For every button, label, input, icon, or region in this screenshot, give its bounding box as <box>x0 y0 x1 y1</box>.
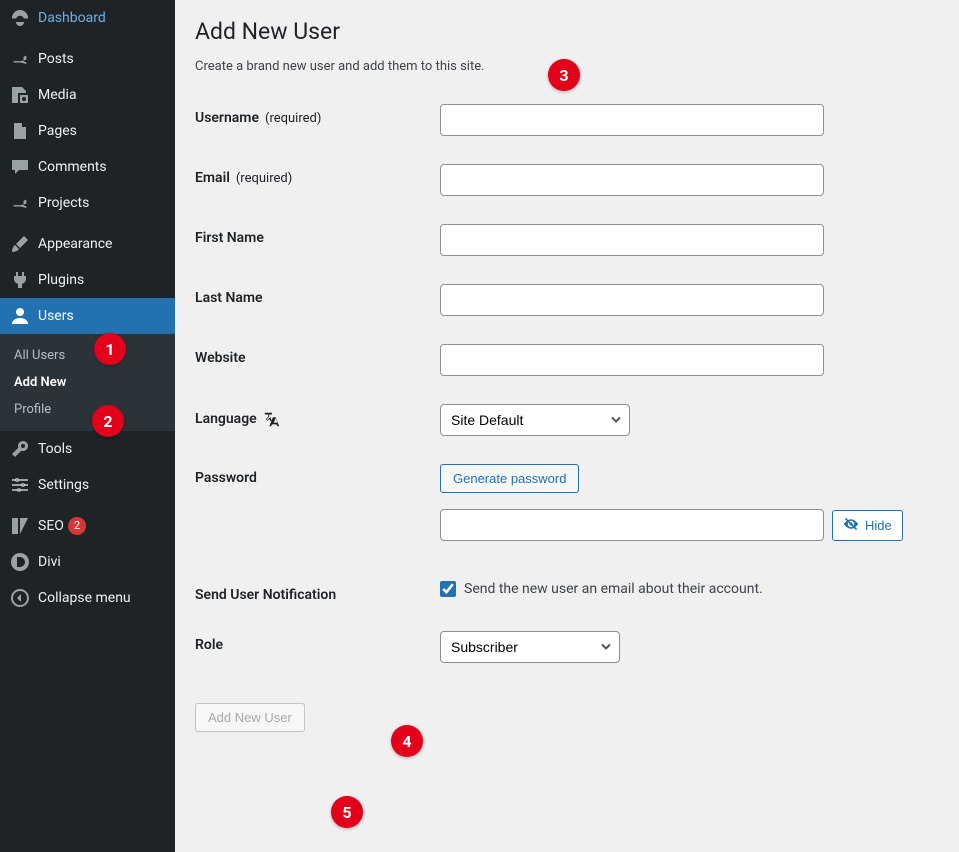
last-name-input[interactable] <box>440 284 824 316</box>
pin-icon <box>10 193 30 213</box>
sidebar-item-settings[interactable]: Settings <box>0 467 175 503</box>
sidebar-item-divi[interactable]: Divi <box>0 544 175 580</box>
sidebar-item-seo[interactable]: SEO 2 <box>0 508 175 544</box>
last-name-label: Last Name <box>195 284 440 306</box>
send-notification-checkbox[interactable] <box>440 581 456 597</box>
sidebar-item-label: Settings <box>38 477 89 493</box>
sidebar-item-label: Tools <box>38 441 72 457</box>
send-notification-label: Send User Notification <box>195 581 440 603</box>
username-input[interactable] <box>440 104 824 136</box>
email-label: Email (required) <box>195 164 440 186</box>
website-input[interactable] <box>440 344 824 376</box>
sidebar-item-label: Users <box>38 308 74 324</box>
sidebar-item-appearance[interactable]: Appearance <box>0 226 175 262</box>
sidebar-item-label: Plugins <box>38 272 84 288</box>
username-label: Username (required) <box>195 104 440 126</box>
generate-password-button[interactable]: Generate password <box>440 464 579 493</box>
annotation-3: 3 <box>548 59 580 91</box>
sidebar-item-posts[interactable]: Posts <box>0 41 175 77</box>
comments-icon <box>10 157 30 177</box>
sidebar-item-users[interactable]: Users <box>0 298 175 334</box>
annotation-2: 2 <box>92 405 124 437</box>
brush-icon <box>10 234 30 254</box>
website-label: Website <box>195 344 440 366</box>
sidebar-item-label: Dashboard <box>38 10 106 26</box>
add-new-user-button[interactable]: Add New User <box>195 703 305 732</box>
hide-password-button[interactable]: Hide <box>832 510 903 541</box>
role-label: Role <box>195 631 440 653</box>
sidebar-item-media[interactable]: Media <box>0 77 175 113</box>
sidebar-item-dashboard[interactable]: Dashboard <box>0 0 175 36</box>
submenu-profile[interactable]: Profile <box>0 396 175 423</box>
wrench-icon <box>10 439 30 459</box>
pages-icon <box>10 121 30 141</box>
password-label: Password <box>195 464 440 486</box>
send-notification-text: Send the new user an email about their a… <box>464 581 763 597</box>
main-content: Add New User Create a brand new user and… <box>175 0 959 772</box>
sidebar-item-label: Media <box>38 87 77 103</box>
first-name-label: First Name <box>195 224 440 246</box>
sidebar-item-collapse[interactable]: Collapse menu <box>0 580 175 616</box>
user-icon <box>10 306 30 326</box>
seo-badge: 2 <box>68 517 86 534</box>
sidebar-item-label: Divi <box>38 554 61 570</box>
password-input[interactable] <box>440 509 824 541</box>
submenu-add-new[interactable]: Add New <box>0 369 175 396</box>
sidebar-item-tools[interactable]: Tools <box>0 431 175 467</box>
admin-sidebar: Dashboard Posts Media Pages Comments Pro… <box>0 0 175 852</box>
sidebar-item-label: Collapse menu <box>38 590 131 606</box>
sidebar-item-pages[interactable]: Pages <box>0 113 175 149</box>
sidebar-item-label: Pages <box>38 123 77 139</box>
plug-icon <box>10 270 30 290</box>
seo-icon <box>10 516 30 536</box>
annotation-5: 5 <box>331 796 363 828</box>
language-label: Language <box>195 404 440 428</box>
sidebar-item-plugins[interactable]: Plugins <box>0 262 175 298</box>
sidebar-item-label: Comments <box>38 159 107 175</box>
first-name-input[interactable] <box>440 224 824 256</box>
sliders-icon <box>10 475 30 495</box>
sidebar-item-comments[interactable]: Comments <box>0 149 175 185</box>
users-submenu: All Users Add New Profile <box>0 334 175 431</box>
annotation-4: 4 <box>391 725 423 757</box>
role-select[interactable]: Subscriber <box>440 631 620 663</box>
sidebar-item-label: Appearance <box>38 236 112 252</box>
sidebar-item-projects[interactable]: Projects <box>0 185 175 221</box>
divi-icon <box>10 552 30 572</box>
translate-icon <box>263 410 281 428</box>
dashboard-icon <box>10 8 30 28</box>
eye-slash-icon <box>843 516 859 535</box>
sidebar-item-label: Posts <box>38 51 74 67</box>
page-title: Add New User <box>195 18 939 45</box>
language-select[interactable]: Site Default <box>440 404 630 436</box>
annotation-1: 1 <box>94 333 126 365</box>
media-icon <box>10 85 30 105</box>
sidebar-item-label: Projects <box>38 195 89 211</box>
submenu-all-users[interactable]: All Users <box>0 342 175 369</box>
email-input[interactable] <box>440 164 824 196</box>
pin-icon <box>10 49 30 69</box>
sidebar-item-label: SEO <box>38 518 64 534</box>
collapse-icon <box>10 588 30 608</box>
